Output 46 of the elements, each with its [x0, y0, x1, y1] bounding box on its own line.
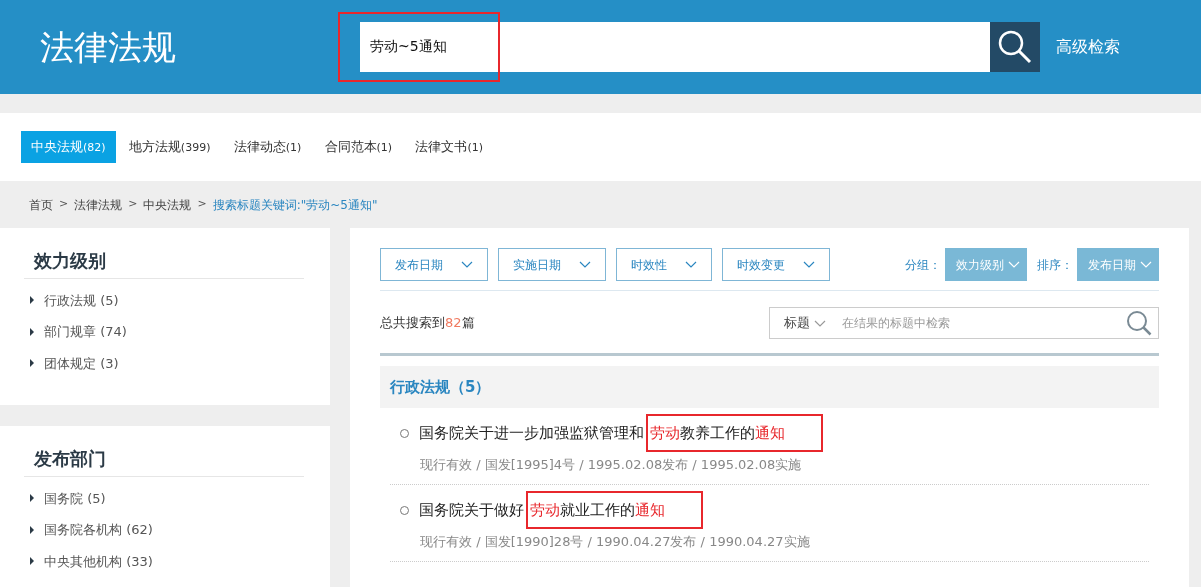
result-meta: 现行有效 / 国发[1995]4号 / 1995.02.08发布 / 1995.02.08实施	[419, 455, 803, 474]
filter-dropdown[interactable]: 发布日期	[380, 248, 488, 281]
chevron-icon	[814, 319, 826, 327]
category-tab[interactable]: 地方法规(399)	[118, 131, 221, 163]
chevron-icon	[461, 261, 473, 268]
chevron-icon	[579, 261, 591, 268]
result-meta: 现行有效 / 国发[1990]28号 / 1990.04.27发布 / 1990.04.27实施	[419, 532, 811, 551]
option-label: 排序：	[1037, 256, 1073, 274]
breadcrumb-separator: >	[197, 196, 207, 213]
filter-search-field[interactable]: 标题 在结果的标题中检索	[769, 307, 1159, 339]
breadcrumb-separator: >	[59, 196, 69, 213]
breadcrumb-link[interactable]: 法律法规	[74, 195, 123, 214]
panel-heading: 发布部门	[34, 448, 107, 470]
sidebar-item[interactable]: 国务院 (5)	[24, 482, 304, 515]
filter-dropdown[interactable]: 实施日期	[498, 248, 606, 281]
sidebar-item[interactable]: 行政法规 (5)	[24, 284, 304, 317]
advanced-search-link[interactable]: 高级检索	[1056, 35, 1120, 59]
chevron-icon	[1140, 261, 1152, 268]
panel-heading: 效力级别	[34, 250, 107, 272]
chevron-icon	[685, 261, 697, 268]
result-title[interactable]: 国务院关于进一步加强监狱管理和 劳动教养工作的通知	[419, 422, 785, 445]
breadcrumb-link[interactable]: 首页	[29, 195, 53, 214]
search-icon[interactable]	[1126, 310, 1152, 336]
category-tab[interactable]: 法律动态(1)	[223, 131, 312, 163]
search-button[interactable]	[990, 22, 1040, 72]
chevron-icon	[803, 261, 815, 268]
breadcrumb-separator: >	[128, 196, 138, 213]
result-title[interactable]: 国务院关于做好 劳动就业工作的通知	[419, 499, 665, 522]
breadcrumb-link[interactable]: 搜索标题关键词:"劳动~5通知"	[212, 195, 378, 214]
scope-dropdown[interactable]: 标题	[784, 313, 826, 333]
option-label: 分组：	[905, 256, 941, 274]
result-count: 总共搜索到82篇	[380, 314, 475, 333]
breadcrumb-link[interactable]: 中央法规	[143, 195, 192, 214]
sidebar-item[interactable]: 部门规章 (74)	[24, 316, 304, 348]
category-tab[interactable]: 合同范本(1)	[314, 131, 403, 163]
sidebar-item[interactable]: 国务院各机构 (62)	[24, 514, 304, 546]
chevron-icon	[1008, 261, 1020, 268]
search-field[interactable]: 劳动~5通知	[360, 22, 990, 72]
filter-dropdown[interactable]: 时效变更	[722, 248, 830, 281]
group-heading: 行政法规（5）	[380, 366, 1159, 408]
category-tab[interactable]: 法律文书(1)	[405, 131, 493, 163]
site-title: 法律法规	[39, 25, 177, 69]
sidebar-item[interactable]: 中央其他机构 (33)	[24, 545, 304, 578]
sidebar-item[interactable]: 团体规定 (3)	[24, 347, 304, 380]
filter-dropdown[interactable]: 时效性	[616, 248, 712, 281]
search-icon	[996, 28, 1034, 66]
